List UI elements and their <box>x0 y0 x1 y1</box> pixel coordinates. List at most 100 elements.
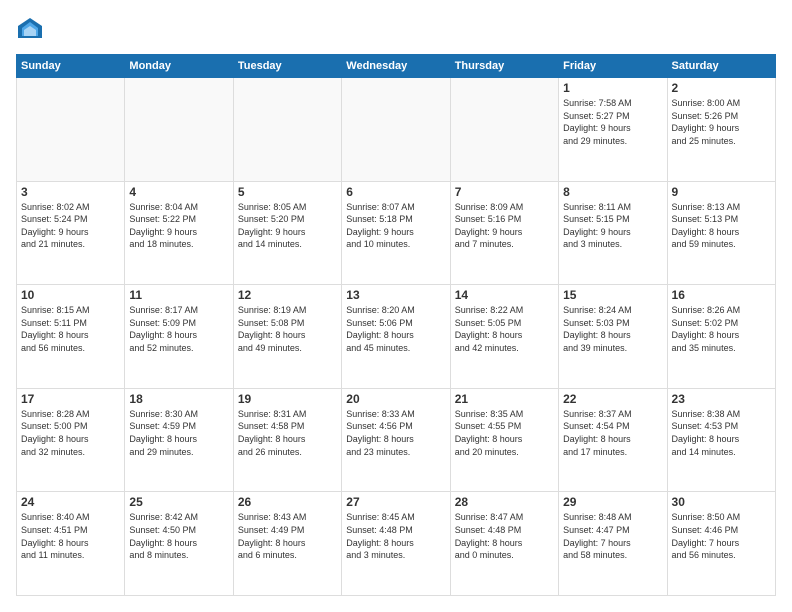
day-info: Sunrise: 8:13 AM Sunset: 5:13 PM Dayligh… <box>672 201 771 251</box>
day-number: 29 <box>563 495 662 509</box>
day-number: 9 <box>672 185 771 199</box>
day-info: Sunrise: 8:11 AM Sunset: 5:15 PM Dayligh… <box>563 201 662 251</box>
day-number: 13 <box>346 288 445 302</box>
calendar-cell: 22 Sunrise: 8:37 AM Sunset: 4:54 PM Dayli… <box>559 388 667 492</box>
day-info: Sunrise: 8:37 AM Sunset: 4:54 PM Dayligh… <box>563 408 662 458</box>
day-number: 26 <box>238 495 337 509</box>
day-info: Sunrise: 8:19 AM Sunset: 5:08 PM Dayligh… <box>238 304 337 354</box>
day-info: Sunrise: 8:26 AM Sunset: 5:02 PM Dayligh… <box>672 304 771 354</box>
calendar-cell: 2 Sunrise: 8:00 AM Sunset: 5:26 PM Daylig… <box>667 78 775 182</box>
calendar-cell: 5 Sunrise: 8:05 AM Sunset: 5:20 PM Daylig… <box>233 181 341 285</box>
calendar-cell: 28 Sunrise: 8:47 AM Sunset: 4:48 PM Dayli… <box>450 492 558 596</box>
calendar-cell: 16 Sunrise: 8:26 AM Sunset: 5:02 PM Dayli… <box>667 285 775 389</box>
week-row-2: 3 Sunrise: 8:02 AM Sunset: 5:24 PM Daylig… <box>17 181 776 285</box>
calendar-cell: 8 Sunrise: 8:11 AM Sunset: 5:15 PM Daylig… <box>559 181 667 285</box>
logo-icon <box>16 16 44 44</box>
calendar-cell: 23Sunrise: 8:38 AM Sunset: 4:53 PM Dayli… <box>667 388 775 492</box>
day-number: 8 <box>563 185 662 199</box>
day-number: 25 <box>129 495 228 509</box>
day-info: Sunrise: 8:45 AM Sunset: 4:48 PM Dayligh… <box>346 511 445 561</box>
calendar-cell: 11 Sunrise: 8:17 AM Sunset: 5:09 PM Dayli… <box>125 285 233 389</box>
day-number: 11 <box>129 288 228 302</box>
calendar-cell: 25 Sunrise: 8:42 AM Sunset: 4:50 PM Dayli… <box>125 492 233 596</box>
day-number: 3 <box>21 185 120 199</box>
calendar-cell <box>17 78 125 182</box>
calendar-cell: 18 Sunrise: 8:30 AM Sunset: 4:59 PM Dayli… <box>125 388 233 492</box>
calendar-cell: 15 Sunrise: 8:24 AM Sunset: 5:03 PM Dayli… <box>559 285 667 389</box>
day-info: Sunrise: 8:17 AM Sunset: 5:09 PM Dayligh… <box>129 304 228 354</box>
day-info: Sunrise: 8:04 AM Sunset: 5:22 PM Dayligh… <box>129 201 228 251</box>
day-number: 5 <box>238 185 337 199</box>
day-info: Sunrise: 8:22 AM Sunset: 5:05 PM Dayligh… <box>455 304 554 354</box>
day-info: Sunrise: 8:20 AM Sunset: 5:06 PM Dayligh… <box>346 304 445 354</box>
day-info: Sunrise: 8:43 AM Sunset: 4:49 PM Dayligh… <box>238 511 337 561</box>
calendar-cell: 7Sunrise: 8:09 AM Sunset: 5:16 PM Daylig… <box>450 181 558 285</box>
weekday-header-monday: Monday <box>125 55 233 78</box>
day-info: Sunrise: 8:02 AM Sunset: 5:24 PM Dayligh… <box>21 201 120 251</box>
calendar-cell: 19 Sunrise: 8:31 AM Sunset: 4:58 PM Dayli… <box>233 388 341 492</box>
calendar-cell: 30Sunrise: 8:50 AM Sunset: 4:46 PM Dayli… <box>667 492 775 596</box>
weekday-header-row: SundayMondayTuesdayWednesdayThursdayFrid… <box>17 55 776 78</box>
calendar-cell: 13 Sunrise: 8:20 AM Sunset: 5:06 PM Dayli… <box>342 285 450 389</box>
weekday-header-tuesday: Tuesday <box>233 55 341 78</box>
day-info: Sunrise: 8:47 AM Sunset: 4:48 PM Dayligh… <box>455 511 554 561</box>
calendar-cell: 27 Sunrise: 8:45 AM Sunset: 4:48 PM Dayli… <box>342 492 450 596</box>
day-info: Sunrise: 8:30 AM Sunset: 4:59 PM Dayligh… <box>129 408 228 458</box>
weekday-header-thursday: Thursday <box>450 55 558 78</box>
week-row-1: 1 Sunrise: 7:58 AM Sunset: 5:27 PM Daylig… <box>17 78 776 182</box>
day-number: 28 <box>455 495 554 509</box>
calendar-cell: 12 Sunrise: 8:19 AM Sunset: 5:08 PM Dayli… <box>233 285 341 389</box>
day-number: 18 <box>129 392 228 406</box>
day-number: 30 <box>672 495 771 509</box>
day-number: 14 <box>455 288 554 302</box>
day-info: Sunrise: 8:48 AM Sunset: 4:47 PM Dayligh… <box>563 511 662 561</box>
day-number: 2 <box>672 81 771 95</box>
day-info: Sunrise: 8:00 AM Sunset: 5:26 PM Dayligh… <box>672 97 771 147</box>
day-number: 17 <box>21 392 120 406</box>
calendar-cell: 1 Sunrise: 7:58 AM Sunset: 5:27 PM Daylig… <box>559 78 667 182</box>
calendar-cell: 29 Sunrise: 8:48 AM Sunset: 4:47 PM Dayli… <box>559 492 667 596</box>
day-number: 24 <box>21 495 120 509</box>
day-number: 22 <box>563 392 662 406</box>
calendar-cell: 3 Sunrise: 8:02 AM Sunset: 5:24 PM Daylig… <box>17 181 125 285</box>
day-info: Sunrise: 8:07 AM Sunset: 5:18 PM Dayligh… <box>346 201 445 251</box>
weekday-header-friday: Friday <box>559 55 667 78</box>
calendar-cell: 14 Sunrise: 8:22 AM Sunset: 5:05 PM Dayli… <box>450 285 558 389</box>
day-number: 7 <box>455 185 554 199</box>
day-number: 27 <box>346 495 445 509</box>
day-number: 16 <box>672 288 771 302</box>
day-info: Sunrise: 7:58 AM Sunset: 5:27 PM Dayligh… <box>563 97 662 147</box>
day-number: 21 <box>455 392 554 406</box>
calendar-cell: 17 Sunrise: 8:28 AM Sunset: 5:00 PM Dayli… <box>17 388 125 492</box>
day-number: 23 <box>672 392 771 406</box>
day-number: 15 <box>563 288 662 302</box>
day-number: 20 <box>346 392 445 406</box>
calendar-cell: 9 Sunrise: 8:13 AM Sunset: 5:13 PM Daylig… <box>667 181 775 285</box>
day-info: Sunrise: 8:31 AM Sunset: 4:58 PM Dayligh… <box>238 408 337 458</box>
calendar-cell <box>125 78 233 182</box>
logo <box>16 16 48 44</box>
calendar-cell <box>342 78 450 182</box>
calendar-cell: 26 Sunrise: 8:43 AM Sunset: 4:49 PM Dayli… <box>233 492 341 596</box>
header <box>16 16 776 44</box>
day-number: 4 <box>129 185 228 199</box>
day-number: 12 <box>238 288 337 302</box>
calendar-cell: 4 Sunrise: 8:04 AM Sunset: 5:22 PM Daylig… <box>125 181 233 285</box>
day-number: 19 <box>238 392 337 406</box>
weekday-header-sunday: Sunday <box>17 55 125 78</box>
page: SundayMondayTuesdayWednesdayThursdayFrid… <box>0 0 792 612</box>
calendar-cell: 20Sunrise: 8:33 AM Sunset: 4:56 PM Dayli… <box>342 388 450 492</box>
week-row-3: 10Sunrise: 8:15 AM Sunset: 5:11 PM Dayli… <box>17 285 776 389</box>
day-info: Sunrise: 8:42 AM Sunset: 4:50 PM Dayligh… <box>129 511 228 561</box>
day-info: Sunrise: 8:28 AM Sunset: 5:00 PM Dayligh… <box>21 408 120 458</box>
calendar-cell <box>450 78 558 182</box>
calendar-cell: 10Sunrise: 8:15 AM Sunset: 5:11 PM Dayli… <box>17 285 125 389</box>
calendar-cell <box>233 78 341 182</box>
day-info: Sunrise: 8:05 AM Sunset: 5:20 PM Dayligh… <box>238 201 337 251</box>
weekday-header-wednesday: Wednesday <box>342 55 450 78</box>
day-number: 1 <box>563 81 662 95</box>
calendar-cell: 21Sunrise: 8:35 AM Sunset: 4:55 PM Dayli… <box>450 388 558 492</box>
day-info: Sunrise: 8:24 AM Sunset: 5:03 PM Dayligh… <box>563 304 662 354</box>
weekday-header-saturday: Saturday <box>667 55 775 78</box>
day-number: 10 <box>21 288 120 302</box>
